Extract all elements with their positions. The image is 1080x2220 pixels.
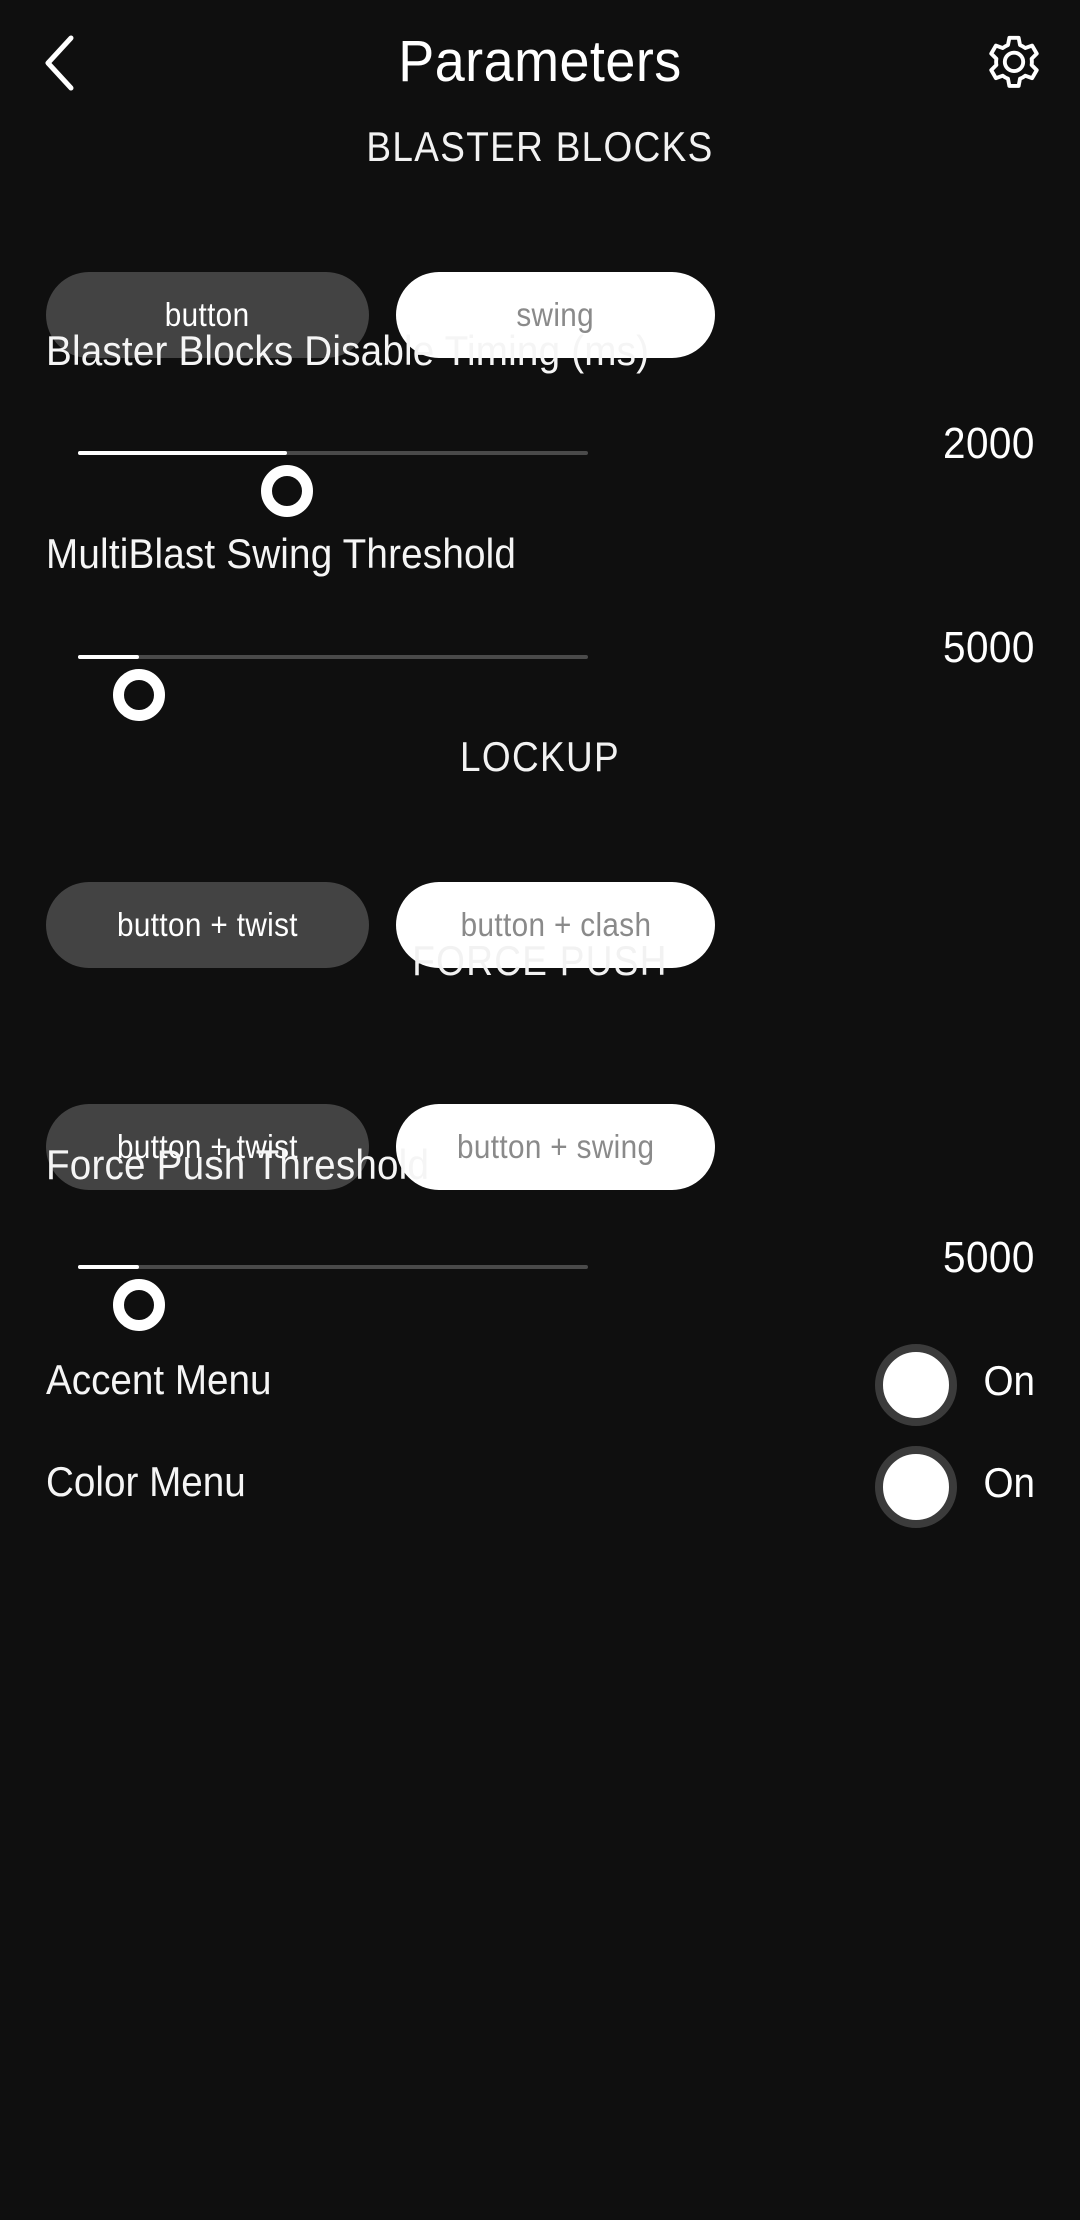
slider-value: 2000 (943, 419, 1035, 468)
toggle-color-menu[interactable] (875, 1446, 957, 1528)
toggle-accent-menu[interactable] (875, 1344, 957, 1426)
section-heading-force-push: FORCE PUSH (412, 937, 668, 984)
switch-state-color-menu: On (983, 1459, 1035, 1506)
switch-label-accent-menu: Accent Menu (46, 1356, 272, 1403)
app-header: Parameters (0, 0, 1080, 122)
slider-multiblast-swing-threshold[interactable]: 5000 (0, 617, 1080, 721)
slider-thumb[interactable] (113, 1279, 166, 1331)
switch-row-color-menu: Color Menu On (0, 1442, 1080, 1528)
slider-label-blaster-blocks-disable-timing: Blaster Blocks Disable Timing (ms) (46, 327, 650, 374)
slider-thumb[interactable] (261, 465, 314, 517)
switch-label-color-menu: Color Menu (46, 1458, 246, 1505)
slider-fill (78, 451, 288, 455)
slider-value: 5000 (943, 623, 1035, 672)
slider-label-multiblast-swing-threshold: MultiBlast Swing Threshold (46, 530, 517, 577)
gear-icon (989, 35, 1039, 88)
slider-force-push-threshold[interactable]: 5000 (0, 1227, 1080, 1331)
settings-button[interactable] (978, 28, 1050, 100)
slider-label-force-push-threshold: Force Push Threshold (46, 1141, 430, 1188)
page-title: Parameters (398, 29, 682, 94)
slider-fill (78, 655, 140, 659)
slider-value: 5000 (943, 1233, 1035, 1282)
slider-fill (78, 1265, 140, 1269)
slider-thumb[interactable] (113, 669, 166, 721)
slider-track[interactable] (78, 1265, 588, 1331)
section-heading-blaster-blocks: BLASTER BLOCKS (366, 123, 714, 170)
switch-state-accent-menu: On (983, 1357, 1035, 1404)
switch-row-accent-menu: Accent Menu On (0, 1340, 1080, 1426)
slider-blaster-blocks-disable-timing[interactable]: 2000 (0, 413, 1080, 517)
parameters-screen: Parameters BLASTER BLOCKS button swing B… (0, 0, 1080, 2220)
pill-label: button + swing (456, 1128, 655, 1165)
slider-track[interactable] (78, 655, 588, 721)
section-heading-lockup: LOCKUP (460, 733, 620, 780)
force-push-option-button-swing[interactable]: button + swing (396, 1104, 715, 1190)
slider-track[interactable] (78, 451, 588, 517)
